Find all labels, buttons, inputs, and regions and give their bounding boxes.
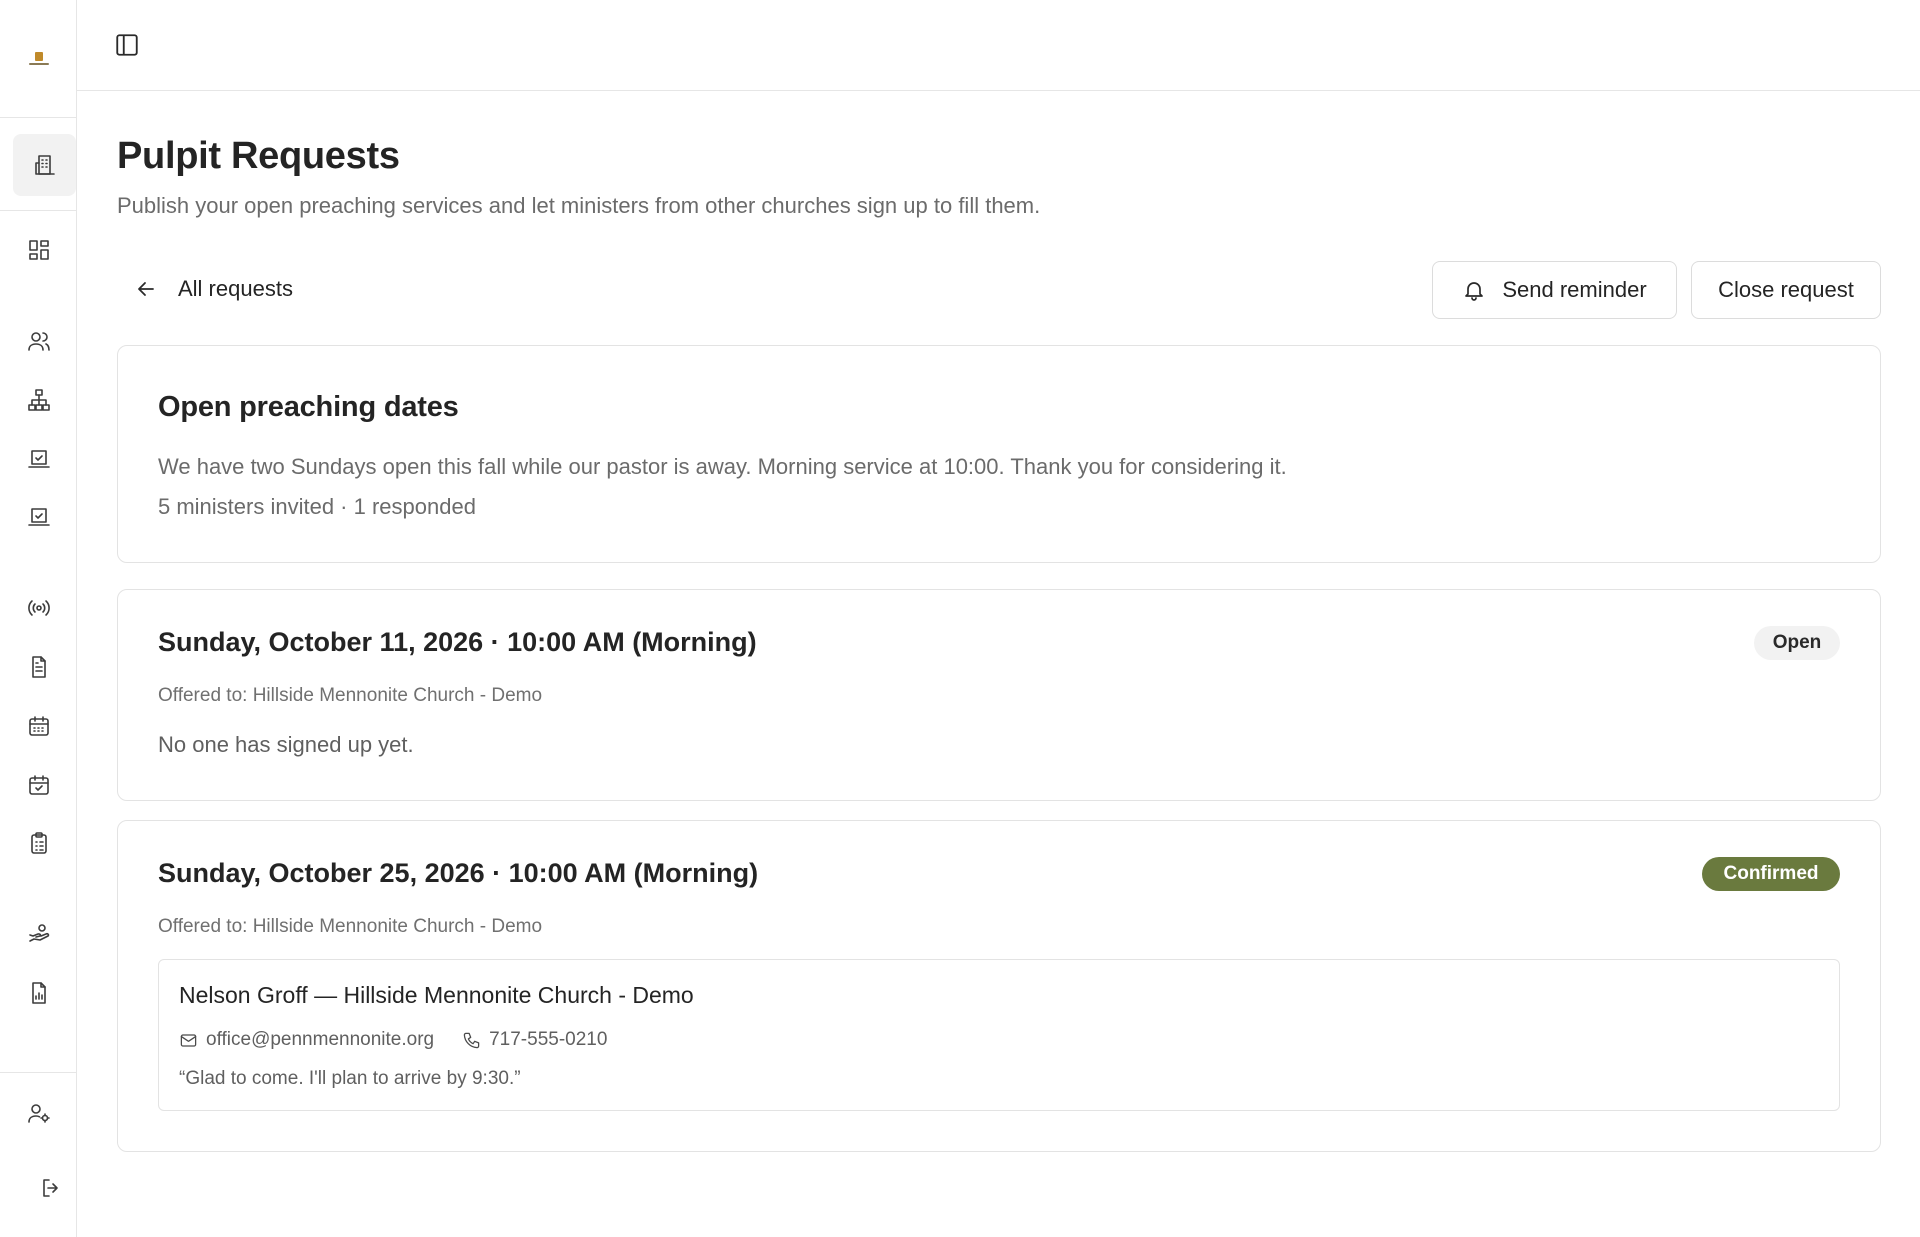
preaching-date-card: Sunday, October 11, 2026 · 10:00 AM (Mor…	[117, 589, 1881, 801]
page-subtitle: Publish your open preaching services and…	[117, 193, 1041, 218]
offering-icon[interactable]	[25, 920, 53, 948]
offered-to-text: Offered to: Hillside Mennonite Church - …	[158, 685, 543, 706]
calendar-icon[interactable]	[25, 712, 53, 740]
status-badge: Confirmed	[1702, 857, 1840, 891]
preaching-date-card: Sunday, October 25, 2026 · 10:00 AM (Mor…	[117, 820, 1881, 1152]
send-reminder-label: Send reminder	[1502, 277, 1647, 302]
send-reminder-button[interactable]: Send reminder	[1432, 261, 1677, 319]
logo-icon	[26, 46, 52, 72]
mail-icon	[180, 1033, 197, 1047]
sidebar	[0, 0, 77, 1237]
minister-email: office@pennmennonite.org	[206, 1029, 435, 1050]
broadcast-icon[interactable]	[25, 594, 53, 622]
status-badge: Open	[1754, 626, 1840, 660]
checklist-icon[interactable]	[25, 503, 53, 531]
tasks-icon[interactable]	[25, 445, 53, 473]
email-contact[interactable]: office@pennmennonite.org	[179, 1029, 434, 1051]
phone-icon	[463, 1032, 480, 1048]
minister-note: “Glad to come. I'll plan to arrive by 9:…	[179, 1068, 521, 1089]
offered-to-text: Offered to: Hillside Mennonite Church - …	[158, 916, 543, 937]
date-title: Sunday, October 11, 2026 · 10:00 AM (Mor…	[158, 627, 757, 657]
close-request-button[interactable]: Close request	[1691, 261, 1881, 319]
page-title: Pulpit Requests	[117, 135, 400, 177]
document-icon[interactable]	[25, 653, 53, 681]
churches-icon[interactable]	[31, 151, 59, 179]
arrow-left-icon	[138, 282, 154, 296]
request-summary-card: Open preaching dates We have two Sundays…	[117, 345, 1881, 563]
back-to-all-requests-link[interactable]: All requests	[134, 271, 293, 307]
org-chart-icon[interactable]	[25, 386, 53, 414]
date-title: Sunday, October 25, 2026 · 10:00 AM (Mor…	[158, 858, 759, 888]
dashboard-icon[interactable]	[25, 236, 53, 264]
minister-phone: 717-555-0210	[489, 1029, 608, 1050]
request-stats: 5 ministers invited · 1 responded	[158, 494, 476, 519]
back-link-label: All requests	[178, 276, 293, 301]
minister-name: Nelson Groff — Hillside Mennonite Church…	[179, 982, 694, 1008]
phone-contact[interactable]: 717-555-0210	[462, 1029, 607, 1051]
minister-response-card: Nelson Groff — Hillside Mennonite Church…	[158, 959, 1840, 1111]
calendar-check-icon[interactable]	[25, 771, 53, 799]
logout-icon[interactable]	[38, 1174, 66, 1202]
no-signups-text: No one has signed up yet.	[158, 732, 414, 757]
bell-icon	[1465, 282, 1484, 301]
sidebar-toggle-icon[interactable]	[114, 32, 140, 58]
church-logo[interactable]	[0, 0, 77, 118]
top-bar	[77, 0, 1920, 91]
request-message: We have two Sundays open this fall while…	[158, 454, 1287, 479]
request-title: Open preaching dates	[158, 391, 459, 423]
people-icon[interactable]	[25, 327, 53, 355]
close-request-label: Close request	[1718, 277, 1854, 302]
report-icon[interactable]	[25, 979, 53, 1007]
minister-contact: office@pennmennonite.org 717-555-0210	[179, 1029, 607, 1051]
clipboard-icon[interactable]	[25, 829, 53, 857]
user-settings-icon[interactable]	[25, 1099, 53, 1127]
